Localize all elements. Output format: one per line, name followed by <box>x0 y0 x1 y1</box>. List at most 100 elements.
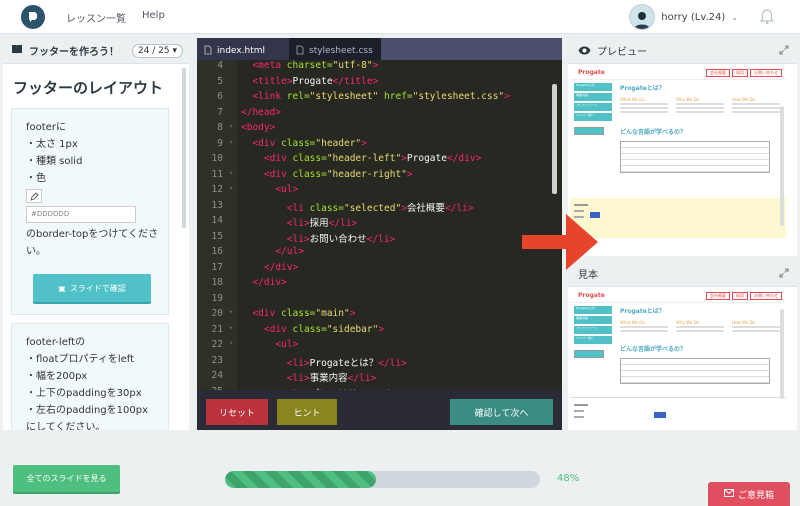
nav-help-link[interactable]: Help <box>142 10 165 21</box>
code-line[interactable]: 23 <li>Progateとは？</li> <box>197 354 562 370</box>
mini-column: What We Do <box>620 320 668 334</box>
slide-card: footer-leftの ・floatプロパティをleft ・幅を200px ・… <box>11 323 169 430</box>
line-number: 17 <box>197 261 229 277</box>
feedback-button[interactable]: ご意見箱 <box>708 482 790 506</box>
code-line[interactable]: 24 <li>事業内容</li> <box>197 370 562 386</box>
slide-text: footer-leftの <box>26 337 86 348</box>
arrow-right-icon <box>522 214 598 270</box>
code-line[interactable]: 9 ▾ <div class="header"> <box>197 137 562 153</box>
code-line[interactable]: 14 <li>採用</li> <box>197 215 562 231</box>
fold-icon <box>229 292 237 308</box>
fold-icon[interactable]: ▾ <box>229 122 237 138</box>
code-line[interactable]: 6 <link rel="stylesheet" href="styleshee… <box>197 91 562 107</box>
mail-icon <box>724 488 734 500</box>
code-line[interactable]: 19 <box>197 292 562 309</box>
slide-title: フッターのレイアウト <box>13 79 164 97</box>
slide-text: い。 <box>26 246 46 257</box>
fold-icon <box>229 246 237 262</box>
code-line[interactable]: 12 ▾ <ul> <box>197 184 562 200</box>
progate-logo-icon[interactable] <box>21 5 45 29</box>
slide-card: footerに ・太さ 1px ・種類 solid ・色 #DDDDDD のbo… <box>11 108 169 315</box>
code-line[interactable]: 16 </ul> <box>197 246 562 262</box>
slide-text: ・種類 solid <box>26 156 83 167</box>
bell-icon[interactable] <box>759 9 775 28</box>
slide-icon: ▣ <box>58 283 66 293</box>
sample-render[interactable]: Progate 会社概要 採用 お問い合わせ Progateとは？ 事業内容 プ… <box>570 289 786 429</box>
mini-sidebar: Progateとは？ 事業内容 プレスリリース メンバー紹介 <box>574 83 612 137</box>
mini-nav-item: 会社概要 <box>706 291 730 300</box>
code-line[interactable]: 10 <div class="header-left">Progate</div… <box>197 153 562 169</box>
sample-panel: 見本 Progate 会社概要 採用 お問い合わせ Progateとは？ 事業内… <box>568 261 797 430</box>
line-number: 16 <box>197 246 229 262</box>
slide-panel: フッターを作ろう！ 24 / 25 ▾ フッターのレイアウト footerに ・… <box>3 38 189 430</box>
fold-icon[interactable]: ▾ <box>229 308 237 324</box>
slide-scrollbar[interactable] <box>182 68 186 228</box>
check-next-button[interactable]: 確認して次へ <box>450 399 553 425</box>
expand-icon[interactable] <box>779 44 789 58</box>
code-line[interactable]: 13 <li class="selected">会社概要</li> <box>197 199 562 215</box>
fold-icon[interactable]: ▾ <box>229 184 237 200</box>
code-line[interactable]: 25 <li>プレスリリース</li> <box>197 385 562 390</box>
code-line[interactable]: 17 </div> <box>197 261 562 277</box>
fold-icon[interactable]: ▾ <box>229 339 237 355</box>
line-number: 15 <box>197 230 229 246</box>
editor-vertical-scrollbar[interactable] <box>552 84 557 194</box>
code-line[interactable]: 22 ▾ <ul> <box>197 339 562 355</box>
slide-text: ・左右のpaddingを100px <box>26 405 148 416</box>
slide-content[interactable]: フッターのレイアウト footerに ・太さ 1px ・種類 solid ・色 … <box>3 65 189 430</box>
line-number: 19 <box>197 292 229 308</box>
line-number: 4 <box>197 60 229 76</box>
code-line[interactable]: 7 </head> <box>197 106 562 122</box>
code-text: </head> <box>241 106 282 118</box>
preview-scrollbar[interactable] <box>780 106 784 226</box>
code-line[interactable]: 15 <li>お問い合わせ</li> <box>197 230 562 246</box>
code-text: <li>Progateとは？</li> <box>286 357 407 369</box>
fold-icon[interactable]: ▾ <box>229 137 237 153</box>
mini-table <box>620 141 770 173</box>
code-line[interactable]: 21 ▾ <div class="sidebar"> <box>197 323 562 339</box>
line-number: 14 <box>197 215 229 231</box>
code-text: <div class="header-right"> <box>263 168 413 180</box>
reset-button[interactable]: リセット <box>206 399 268 425</box>
bottom-bar: 全てのスライドを見る 48% ご意見箱 <box>0 452 800 506</box>
slide-counter-dropdown[interactable]: 24 / 25 ▾ <box>131 43 183 58</box>
fold-icon <box>229 91 237 107</box>
hint-button[interactable]: ヒント <box>277 399 337 425</box>
view-slide-button[interactable]: ▣ スライドで確認 <box>33 274 151 302</box>
edit-icon[interactable] <box>26 189 42 203</box>
fold-icon[interactable]: ▾ <box>229 323 237 339</box>
code-text: <meta charset="utf-8"> <box>252 60 379 71</box>
slide-text: ・floatプロパティをleft <box>26 354 135 365</box>
code-line[interactable]: 18 </div> <box>197 277 562 293</box>
avatar <box>629 4 656 30</box>
code-line[interactable]: 5 <title>Progate</title> <box>197 75 562 91</box>
mini-column: What We Do <box>620 97 668 115</box>
color-value-field[interactable]: #DDDDDD <box>26 206 136 223</box>
expand-icon[interactable] <box>779 267 789 281</box>
code-line[interactable]: 4 <meta charset="utf-8"> <box>197 60 562 76</box>
slide-text: ・色 <box>26 173 46 184</box>
preview-render[interactable]: Progate 会社概要 採用 お問い合わせ Progateとは？ 事業内容 プ… <box>570 66 786 252</box>
sample-scrollbar[interactable] <box>780 309 784 399</box>
fold-icon[interactable]: ▾ <box>229 168 237 184</box>
nav-lessons-link[interactable]: レッスン一覧 <box>66 10 126 25</box>
code-line[interactable]: 8 ▾ <body> <box>197 122 562 138</box>
preview-title: プレビュー <box>597 47 647 58</box>
code-line[interactable]: 11 ▾ <div class="header-right"> <box>197 168 562 184</box>
code-editor: index.html stylesheet.css 4 <meta charse… <box>197 38 562 430</box>
view-all-slides-button[interactable]: 全てのスライドを見る <box>13 465 120 492</box>
mini-column: Why We Do <box>676 320 724 334</box>
mini-image <box>574 127 604 135</box>
fold-icon <box>229 75 237 91</box>
code-text: </div> <box>263 261 299 273</box>
user-menu[interactable]: horry (Lv.24) ⌄ <box>629 4 738 30</box>
slide-panel-title: フッターを作ろう！ <box>29 47 119 58</box>
fold-icon <box>229 385 237 390</box>
mini-side-item: Progateとは？ <box>574 306 612 314</box>
code-area[interactable]: 4 <meta charset="utf-8"> 5 <title>Progate… <box>197 60 562 390</box>
line-number: 8 <box>197 122 229 138</box>
tab-label: index.html <box>217 46 265 56</box>
line-number: 5 <box>197 75 229 91</box>
code-line[interactable]: 20 ▾ <div class="main"> <box>197 308 562 324</box>
